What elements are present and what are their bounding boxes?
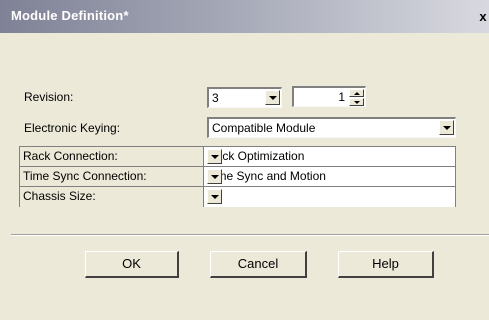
time-sync-connection-label: Time Sync Connection: bbox=[23, 169, 147, 183]
grid-row-chassis-size: Chassis Size: 17 bbox=[20, 187, 455, 207]
separator-line bbox=[11, 234, 489, 236]
rack-connection-label: Rack Connection: bbox=[23, 149, 118, 163]
close-icon[interactable]: x bbox=[477, 9, 489, 25]
revision-label: Revision: bbox=[24, 90, 74, 104]
time-sync-connection-value: Time Sync and Motion bbox=[207, 169, 326, 183]
window-title: Module Definition* bbox=[11, 8, 129, 23]
revision-minor-spinner[interactable]: 1 bbox=[292, 86, 366, 107]
chevron-down-icon[interactable] bbox=[207, 169, 222, 184]
module-definition-dialog: Module Definition* x Revision: 3 1 Elect… bbox=[0, 0, 489, 320]
spin-up-icon[interactable] bbox=[349, 89, 364, 97]
electronic-keying-select[interactable]: Compatible Module bbox=[207, 117, 456, 138]
title-bar: Module Definition* x bbox=[0, 0, 489, 33]
chevron-down-icon[interactable] bbox=[439, 120, 454, 135]
spin-down-icon[interactable] bbox=[349, 98, 364, 106]
rack-connection-select[interactable]: Rack Optimization bbox=[204, 147, 455, 167]
help-button[interactable]: Help bbox=[338, 251, 434, 278]
ok-button[interactable]: OK bbox=[85, 251, 179, 278]
grid-label-cell: Rack Connection: bbox=[20, 147, 204, 167]
revision-major-select[interactable]: 3 bbox=[207, 87, 282, 108]
chassis-size-label: Chassis Size: bbox=[23, 189, 96, 203]
chevron-down-icon[interactable] bbox=[207, 189, 222, 204]
grid-row-time-sync-connection: Time Sync Connection: Time Sync and Moti… bbox=[20, 167, 455, 187]
chevron-down-icon[interactable] bbox=[265, 90, 280, 105]
electronic-keying-value: Compatible Module bbox=[212, 121, 316, 135]
time-sync-connection-select[interactable]: Time Sync and Motion bbox=[204, 167, 455, 187]
cancel-button[interactable]: Cancel bbox=[210, 251, 307, 278]
grid-label-cell: Time Sync Connection: bbox=[20, 167, 204, 187]
grid-row-rack-connection: Rack Connection: Rack Optimization bbox=[20, 147, 455, 167]
grid-label-cell: Chassis Size: bbox=[20, 187, 204, 207]
chevron-down-icon[interactable] bbox=[207, 149, 222, 164]
spinner-buttons bbox=[349, 89, 364, 106]
revision-major-value: 3 bbox=[212, 91, 219, 105]
chassis-size-select[interactable]: 17 bbox=[204, 187, 455, 207]
connection-properties-grid: Rack Connection: Rack Optimization Time … bbox=[19, 146, 456, 207]
revision-minor-value: 1 bbox=[338, 90, 345, 104]
electronic-keying-label: Electronic Keying: bbox=[24, 121, 121, 135]
